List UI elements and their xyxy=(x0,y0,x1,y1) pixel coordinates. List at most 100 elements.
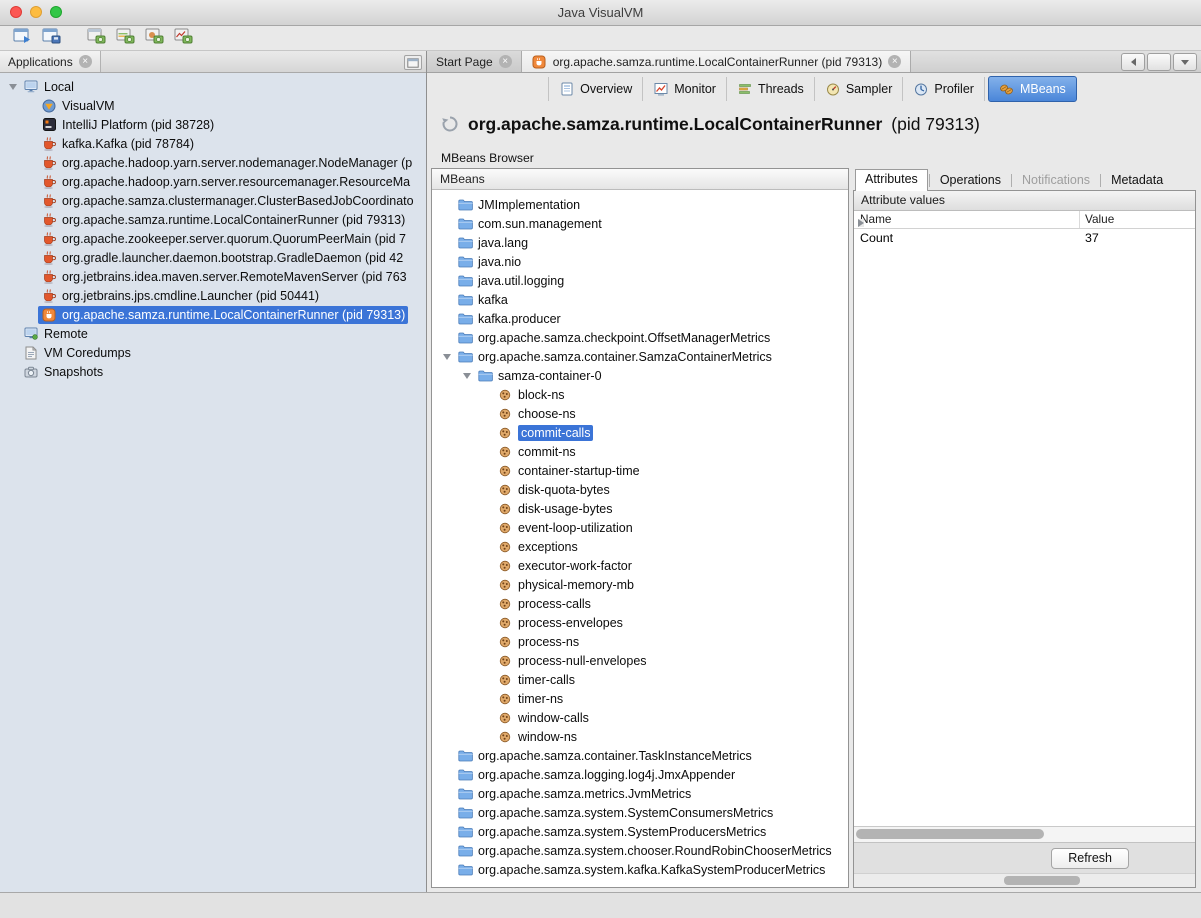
mbean-tree-item[interactable]: window-calls xyxy=(432,708,848,727)
application-tree-item[interactable]: org.apache.samza.runtime.LocalContainerR… xyxy=(0,305,426,324)
next-tab-button[interactable] xyxy=(1147,53,1171,71)
thread-dump-icon xyxy=(116,28,135,49)
window-titlebar[interactable]: Java VisualVM xyxy=(0,0,1201,26)
mbean-tree-item[interactable]: JMImplementation xyxy=(432,195,848,214)
mbean-tree-item[interactable]: samza-container-0 xyxy=(432,366,848,385)
mbean-tree-item[interactable]: process-calls xyxy=(432,594,848,613)
panel-hscrollbar[interactable] xyxy=(854,873,1195,887)
tree-row-content: commit-ns xyxy=(494,443,579,461)
mbean-tree-item[interactable]: container-startup-time xyxy=(432,461,848,480)
application-tree-item[interactable]: org.apache.zookeeper.server.quorum.Quoru… xyxy=(0,229,426,248)
java-icon xyxy=(41,251,57,265)
collapse-toggle-icon[interactable] xyxy=(9,84,17,90)
column-header-name[interactable]: Name xyxy=(854,211,1080,228)
application-tree-item[interactable]: org.jetbrains.idea.maven.server.RemoteMa… xyxy=(0,267,426,286)
mbean-label: samza-container-0 xyxy=(498,369,602,383)
scrollbar-thumb[interactable] xyxy=(856,829,1044,839)
previous-tab-button[interactable] xyxy=(1121,53,1145,71)
attr-tab-operations[interactable]: Operations xyxy=(931,171,1010,190)
column-header-value[interactable]: Value xyxy=(1080,211,1195,228)
mbean-tree-item[interactable]: org.apache.samza.system.chooser.RoundRob… xyxy=(432,841,848,860)
collapse-toggle-icon[interactable] xyxy=(463,373,471,379)
mbean-label: timer-calls xyxy=(518,673,575,687)
application-tree-item[interactable]: kafka.Kafka (pid 78784) xyxy=(0,134,426,153)
view-tab-overview[interactable]: Overview xyxy=(548,77,643,101)
minimize-panel-button[interactable] xyxy=(404,55,422,70)
mbean-tree-item[interactable]: disk-quota-bytes xyxy=(432,480,848,499)
mbean-tree-item[interactable]: org.apache.samza.system.SystemProducersM… xyxy=(432,822,848,841)
mbean-tree-item[interactable]: org.apache.samza.container.TaskInstanceM… xyxy=(432,746,848,765)
mbean-tree-item[interactable]: window-ns xyxy=(432,727,848,746)
mbean-tree-item[interactable]: commit-calls xyxy=(432,423,848,442)
application-tree-item[interactable]: VM Coredumps xyxy=(0,343,426,362)
application-tree-item[interactable]: org.jetbrains.jps.cmdline.Launcher (pid … xyxy=(0,286,426,305)
mbean-tree-item[interactable]: kafka.producer xyxy=(432,309,848,328)
application-tree-item[interactable]: org.apache.samza.runtime.LocalContainerR… xyxy=(0,210,426,229)
mbean-tree-item[interactable]: exceptions xyxy=(432,537,848,556)
heap-dump-button[interactable] xyxy=(142,28,166,49)
mbean-tree-item[interactable]: org.apache.samza.logging.log4j.JmxAppend… xyxy=(432,765,848,784)
refresh-button[interactable]: Refresh xyxy=(1051,848,1129,869)
attributes-hscrollbar[interactable] xyxy=(854,826,1195,842)
tree-row-content: physical-memory-mb xyxy=(494,576,637,594)
tab-start-page[interactable]: Start Page × xyxy=(427,51,522,72)
application-tree-item[interactable]: Snapshots xyxy=(0,362,426,381)
mbean-tree-item[interactable]: kafka xyxy=(432,290,848,309)
save-snapshot-button[interactable] xyxy=(39,28,63,49)
application-tree-item[interactable]: org.gradle.launcher.daemon.bootstrap.Gra… xyxy=(0,248,426,267)
mbean-tree-item[interactable]: org.apache.samza.system.SystemConsumersM… xyxy=(432,803,848,822)
applications-tab[interactable]: Applications × xyxy=(0,51,101,72)
view-tab-profiler[interactable]: Profiler xyxy=(903,77,985,101)
view-tab-label: Profiler xyxy=(934,82,974,96)
mbean-tree-item[interactable]: org.apache.samza.container.SamzaContaine… xyxy=(432,347,848,366)
mbean-tree-item[interactable]: commit-ns xyxy=(432,442,848,461)
attr-tab-attributes[interactable]: Attributes xyxy=(855,169,928,191)
application-tree-item[interactable]: Remote xyxy=(0,324,426,343)
application-tree-item[interactable]: VisualVM xyxy=(0,96,426,115)
mbean-tree-item[interactable]: process-envelopes xyxy=(432,613,848,632)
tab-list-button[interactable] xyxy=(1173,53,1197,71)
application-tree-item[interactable]: org.apache.hadoop.yarn.server.resourcema… xyxy=(0,172,426,191)
view-tab-threads[interactable]: Threads xyxy=(727,77,815,101)
attribute-row[interactable]: Count37 xyxy=(854,229,1195,247)
tab-local-container-runner[interactable]: org.apache.samza.runtime.LocalContainerR… xyxy=(522,51,912,72)
application-tree-item[interactable]: org.apache.samza.clustermanager.ClusterB… xyxy=(0,191,426,210)
application-tree-item[interactable]: IntelliJ Platform (pid 38728) xyxy=(0,115,426,134)
mbean-tree-item[interactable]: timer-calls xyxy=(432,670,848,689)
scrollbar-thumb[interactable] xyxy=(1004,876,1080,885)
view-tab-monitor[interactable]: Monitor xyxy=(643,77,727,101)
close-tab-icon[interactable]: × xyxy=(888,55,901,68)
mbean-tree-item[interactable]: org.apache.samza.checkpoint.OffsetManage… xyxy=(432,328,848,347)
attr-tab-metadata[interactable]: Metadata xyxy=(1102,171,1172,190)
collapse-toggle-icon[interactable] xyxy=(443,354,451,360)
mbean-tree-item[interactable]: java.util.logging xyxy=(432,271,848,290)
mbean-tree-item[interactable]: process-null-envelopes xyxy=(432,651,848,670)
application-tree-item[interactable]: Local xyxy=(0,77,426,96)
mbean-tree-item[interactable]: org.apache.samza.metrics.JvmMetrics xyxy=(432,784,848,803)
view-tab-sampler[interactable]: Sampler xyxy=(815,77,904,101)
mbean-tree-item[interactable]: java.nio xyxy=(432,252,848,271)
application-snapshot-button[interactable] xyxy=(84,28,108,49)
mbean-label: block-ns xyxy=(518,388,565,402)
application-tree-item[interactable]: org.apache.hadoop.yarn.server.nodemanage… xyxy=(0,153,426,172)
thread-dump-button[interactable] xyxy=(113,28,137,49)
load-snapshot-button[interactable] xyxy=(10,28,34,49)
mbean-tree-item[interactable]: block-ns xyxy=(432,385,848,404)
close-tab-icon[interactable]: × xyxy=(499,55,512,68)
mbean-tree-item[interactable]: physical-memory-mb xyxy=(432,575,848,594)
close-applications-tab-icon[interactable]: × xyxy=(79,55,92,68)
tree-row-content: process-null-envelopes xyxy=(494,652,650,670)
profiler-snapshot-button[interactable] xyxy=(171,28,195,49)
mbean-tree-item[interactable]: timer-ns xyxy=(432,689,848,708)
mbean-tree-item[interactable]: com.sun.management xyxy=(432,214,848,233)
mbean-tree-item[interactable]: java.lang xyxy=(432,233,848,252)
mbean-tree-item[interactable]: process-ns xyxy=(432,632,848,651)
mbean-tree-item[interactable]: choose-ns xyxy=(432,404,848,423)
mbean-label: commit-ns xyxy=(518,445,576,459)
java-icon xyxy=(41,270,57,284)
mbean-tree-item[interactable]: disk-usage-bytes xyxy=(432,499,848,518)
view-tab-mbeans[interactable]: MBeans xyxy=(988,76,1077,102)
mbean-tree-item[interactable]: event-loop-utilization xyxy=(432,518,848,537)
mbean-tree-item[interactable]: org.apache.samza.system.kafka.KafkaSyste… xyxy=(432,860,848,879)
mbean-tree-item[interactable]: executor-work-factor xyxy=(432,556,848,575)
